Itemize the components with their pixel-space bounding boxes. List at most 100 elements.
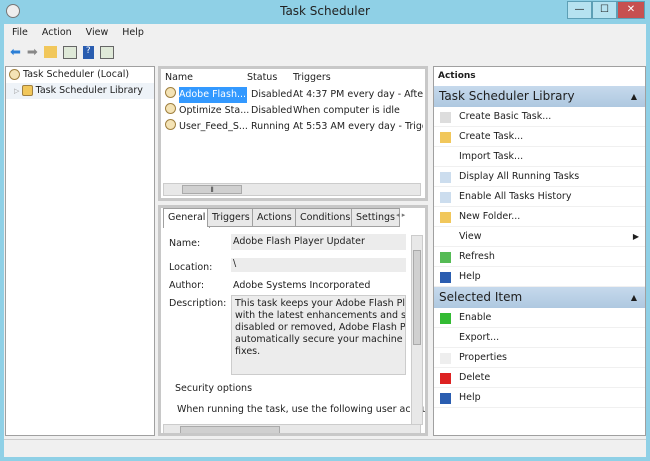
action-item[interactable]: Enable — [434, 308, 645, 328]
task-trigger: At 5:53 AM every day - Trigger expires — [293, 121, 423, 132]
action-item[interactable]: Refresh — [434, 247, 645, 267]
horizontal-scrollbar[interactable]: ⦀ — [163, 183, 421, 196]
tab-general[interactable]: General — [163, 208, 211, 228]
action-item[interactable]: View ▶ — [434, 227, 645, 247]
description-text: This task keeps your Adobe Flash Player … — [235, 298, 406, 357]
action-item[interactable]: Help — [434, 388, 645, 408]
location-field[interactable]: \ — [231, 258, 406, 272]
history-icon — [440, 192, 451, 203]
author-value: Adobe Systems Incorporated — [233, 280, 371, 291]
action-item[interactable]: Create Task... — [434, 127, 645, 147]
client-area: File Action View Help ⬅ ➡ ? Task Scheduler … — [4, 24, 646, 457]
column-triggers[interactable]: Triggers — [293, 69, 331, 87]
enable-icon — [440, 313, 451, 324]
back-icon[interactable]: ⬅ — [10, 45, 21, 60]
menu-help[interactable]: Help — [122, 27, 144, 38]
scroll-thumb-vertical[interactable] — [413, 250, 421, 345]
description-field[interactable]: This task keeps your Adobe Flash Player … — [231, 295, 406, 375]
show-hide-action-pane-icon[interactable] — [99, 45, 114, 59]
clock-icon — [165, 119, 176, 130]
collapse-icon[interactable]: ▲ — [631, 287, 637, 308]
clock-icon — [165, 103, 176, 114]
menu-action[interactable]: Action — [42, 27, 72, 38]
refresh-icon — [440, 252, 451, 263]
action-label: Import Task... — [459, 151, 524, 162]
action-label: Export... — [459, 332, 500, 343]
details-horizontal-scrollbar[interactable] — [163, 424, 421, 433]
vertical-scrollbar[interactable] — [411, 235, 423, 425]
folder-icon — [440, 212, 451, 223]
action-item[interactable]: Help — [434, 267, 645, 287]
action-item[interactable]: Export... — [434, 328, 645, 348]
section-selected-item[interactable]: Selected Item ▲ — [434, 287, 645, 308]
tree-library-label: Task Scheduler Library — [35, 85, 143, 96]
menu-view[interactable]: View — [86, 27, 109, 38]
column-status[interactable]: Status — [247, 69, 293, 87]
task-status: Running — [251, 121, 290, 132]
collapse-icon[interactable]: ▲ — [631, 86, 637, 107]
column-name[interactable]: Name — [165, 69, 247, 87]
section-title: Task Scheduler Library — [439, 89, 575, 103]
folder-up-icon[interactable] — [43, 46, 57, 58]
close-button[interactable]: ✕ — [617, 1, 645, 19]
create-basic-task-icon — [440, 112, 451, 123]
action-label: Enable — [459, 312, 492, 323]
tree-root[interactable]: Task Scheduler (Local) — [6, 67, 154, 83]
tab-conditions[interactable]: Conditions — [295, 208, 356, 227]
minimize-button[interactable]: — — [567, 1, 592, 19]
action-item[interactable]: Enable All Tasks History — [434, 187, 645, 207]
action-label: Help — [459, 271, 481, 282]
maximize-button[interactable]: ☐ — [592, 1, 617, 19]
action-item[interactable]: Create Basic Task... — [434, 107, 645, 127]
action-item[interactable]: Delete — [434, 368, 645, 388]
tab-actions[interactable]: Actions — [252, 208, 297, 227]
task-name: Adobe Flash... — [179, 87, 247, 103]
tree-library[interactable]: ▷ Task Scheduler Library — [6, 83, 154, 99]
forward-icon[interactable]: ➡ — [27, 45, 38, 60]
name-label: Name: — [169, 238, 201, 249]
security-text: When running the task, use the following… — [177, 404, 428, 415]
task-details: General Triggers Actions Conditions Sett… — [158, 205, 428, 436]
actions-header: Actions — [438, 71, 476, 81]
task-name: User_Feed_S... — [179, 121, 248, 132]
tab-scroll-arrows[interactable]: ◂ ▸ — [396, 211, 405, 219]
action-label: Properties — [459, 352, 508, 363]
help-icon — [440, 393, 451, 404]
action-item[interactable]: Display All Running Tasks — [434, 167, 645, 187]
menu-bar: File Action View Help — [12, 27, 158, 38]
task-trigger: At 4:37 PM every day - After triggered, … — [293, 89, 423, 100]
task-row[interactable]: Optimize Sta... Disabled When computer is … — [161, 103, 425, 119]
task-row[interactable]: Adobe Flash... Disabled At 4:37 PM every d… — [161, 87, 425, 103]
expand-icon[interactable]: ▷ — [14, 87, 22, 95]
scroll-thumb-details[interactable] — [180, 426, 280, 433]
author-label: Author: — [169, 280, 205, 291]
task-row[interactable]: User_Feed_S... Running At 5:53 AM every da… — [161, 119, 425, 135]
action-label: Help — [459, 392, 481, 403]
help-icon — [440, 272, 451, 283]
task-list: Name Status Triggers Adobe Flash... Disab… — [158, 66, 428, 201]
show-hide-tree-icon[interactable] — [62, 45, 77, 59]
submenu-arrow-icon: ▶ — [632, 232, 639, 241]
task-status: Disabled — [251, 105, 293, 116]
menu-file[interactable]: File — [12, 27, 28, 38]
security-options-title: Security options — [175, 383, 253, 394]
action-label: Create Basic Task... — [459, 111, 552, 122]
name-field[interactable]: Adobe Flash Player Updater — [231, 234, 406, 250]
action-item[interactable]: Import Task... — [434, 147, 645, 167]
title-bar: Task Scheduler — ☐ ✕ — [0, 0, 650, 24]
action-item[interactable]: Properties — [434, 348, 645, 368]
action-label: Enable All Tasks History — [459, 191, 572, 202]
tab-triggers[interactable]: Triggers — [207, 208, 255, 227]
task-list-header: Name Status Triggers — [161, 69, 425, 87]
status-bar — [4, 439, 646, 457]
action-label: Delete — [459, 372, 491, 383]
create-task-icon — [440, 132, 451, 143]
help-icon[interactable]: ? — [82, 45, 94, 59]
tree-root-label: Task Scheduler (Local) — [23, 69, 130, 80]
clock-icon — [165, 87, 176, 98]
scroll-thumb[interactable]: ⦀ — [182, 185, 242, 194]
action-item[interactable]: New Folder... — [434, 207, 645, 227]
tab-settings[interactable]: Settings — [351, 208, 400, 227]
location-label: Location: — [169, 262, 213, 273]
section-task-scheduler-library[interactable]: Task Scheduler Library ▲ — [434, 86, 645, 107]
